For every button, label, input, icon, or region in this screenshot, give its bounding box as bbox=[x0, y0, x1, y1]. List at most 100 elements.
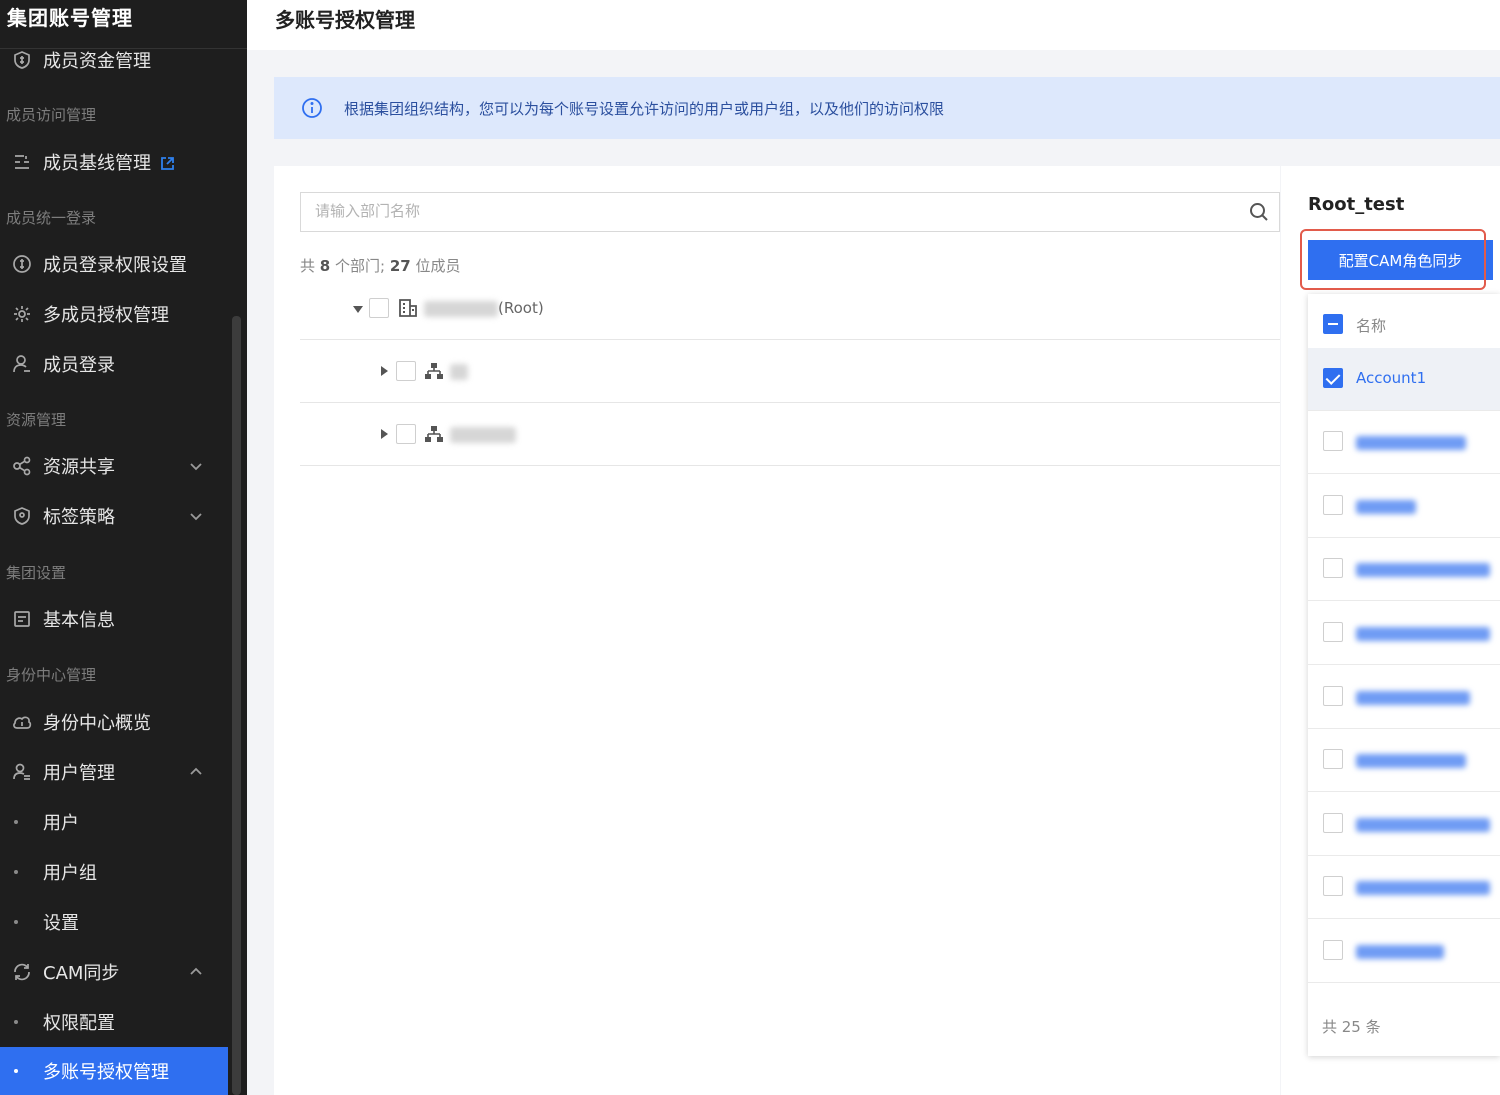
sidebar-item-user-mgmt[interactable]: 用户管理 bbox=[0, 749, 228, 795]
sidebar-item-user-groups[interactable]: 用户组 bbox=[0, 849, 228, 895]
sidebar-item-users[interactable]: 用户 bbox=[0, 799, 228, 845]
chevron-up-icon[interactable] bbox=[188, 764, 204, 780]
department-panel: 共 8 个部门; 27 位成员 (Root) bbox=[274, 166, 1280, 1095]
sidebar-item-label: 设置 bbox=[43, 913, 79, 934]
sidebar-item-label: 多账号授权管理 bbox=[43, 1062, 169, 1083]
account-title: Root_test bbox=[1308, 194, 1405, 215]
row-checkbox[interactable] bbox=[1323, 940, 1343, 960]
list-item[interactable] bbox=[1308, 920, 1500, 983]
sidebar-item-basic-info[interactable]: 基本信息 bbox=[0, 596, 228, 642]
sidebar-item-label: CAM同步 bbox=[43, 963, 120, 984]
building-icon bbox=[398, 298, 418, 318]
account-list: 名称 Account1 共 25 条 bbox=[1308, 294, 1500, 1056]
redacted-name bbox=[424, 301, 498, 317]
expand-toggle[interactable] bbox=[381, 366, 388, 376]
sidebar-item-perm-config[interactable]: 权限配置 bbox=[0, 999, 228, 1045]
document-icon bbox=[0, 609, 42, 629]
list-item[interactable] bbox=[1308, 793, 1500, 856]
row-checkbox[interactable] bbox=[1323, 622, 1343, 642]
row-checkbox[interactable] bbox=[1323, 749, 1343, 769]
sidebar-item-cam-sync[interactable]: CAM同步 bbox=[0, 949, 228, 995]
list-item[interactable] bbox=[1308, 666, 1500, 729]
row-checkbox[interactable] bbox=[1323, 368, 1343, 388]
sidebar-title: 集团账号管理 bbox=[7, 6, 133, 30]
sidebar-item-identity-overview[interactable]: 身份中心概览 bbox=[0, 699, 228, 745]
redacted-name bbox=[1356, 881, 1490, 895]
banner-text: 根据集团组织结构，您可以为每个账号设置允许访问的用户或用户组，以及他们的访问权限 bbox=[344, 99, 945, 118]
chevron-down-icon[interactable] bbox=[188, 458, 204, 474]
sidebar-group-settings: 集团设置 bbox=[6, 564, 67, 582]
tag-shield-icon bbox=[0, 506, 42, 526]
sidebar-item-multi-auth[interactable]: 多成员授权管理 bbox=[0, 291, 228, 337]
sidebar-group-sso: 成员统一登录 bbox=[6, 209, 97, 227]
redacted-name bbox=[1356, 563, 1490, 577]
sidebar-item-label: 成员基线管理 bbox=[43, 153, 151, 174]
select-all-checkbox[interactable] bbox=[1323, 314, 1343, 334]
collapse-toggle[interactable] bbox=[353, 306, 363, 313]
list-item[interactable] bbox=[1308, 538, 1500, 601]
sidebar-item-member-login[interactable]: 成员登录 bbox=[0, 341, 228, 387]
sidebar-item-multi-account-auth[interactable]: 多账号授权管理 bbox=[0, 1047, 228, 1095]
list-item[interactable] bbox=[1308, 411, 1500, 474]
info-banner: 根据集团组织结构，您可以为每个账号设置允许访问的用户或用户组，以及他们的访问权限 bbox=[274, 77, 1500, 139]
sidebar-item-login-perm[interactable]: 成员登录权限设置 bbox=[0, 241, 228, 287]
list-item[interactable] bbox=[1308, 602, 1500, 665]
chevron-down-icon[interactable] bbox=[188, 508, 204, 524]
sidebar-item-tag-policy[interactable]: 标签策略 bbox=[0, 493, 228, 539]
column-name: 名称 bbox=[1356, 317, 1387, 335]
sidebar-item-label: 成员登录 bbox=[43, 355, 115, 376]
search-icon[interactable] bbox=[1249, 202, 1269, 222]
member-summary: 共 8 个部门; 27 位成员 bbox=[300, 257, 461, 275]
sidebar: 集团账号管理 成员资金管理 成员访问管理 成员基线管理 成员统一登录 成员登录权… bbox=[0, 0, 247, 1095]
redacted-name bbox=[1356, 436, 1466, 450]
tree-checkbox[interactable] bbox=[396, 361, 416, 381]
sidebar-item-label: 用户 bbox=[43, 813, 79, 834]
page-header: 多账号授权管理 bbox=[247, 0, 1500, 50]
share-icon bbox=[0, 456, 42, 476]
row-checkbox[interactable] bbox=[1323, 495, 1343, 515]
sidebar-item-funds[interactable]: 成员资金管理 bbox=[0, 37, 228, 83]
search-box bbox=[300, 192, 1280, 232]
sidebar-scrollbar[interactable] bbox=[232, 316, 241, 1095]
expand-toggle[interactable] bbox=[381, 429, 388, 439]
users-icon bbox=[0, 762, 42, 782]
redacted-name bbox=[450, 364, 468, 380]
sidebar-item-resource-share[interactable]: 资源共享 bbox=[0, 443, 228, 489]
sync-icon bbox=[0, 962, 42, 982]
baseline-icon bbox=[0, 152, 42, 172]
row-checkbox[interactable] bbox=[1323, 558, 1343, 578]
list-item[interactable] bbox=[1308, 856, 1500, 919]
info-icon bbox=[301, 97, 323, 119]
tree-row-department[interactable] bbox=[300, 403, 1280, 466]
highlight-box bbox=[1300, 229, 1486, 290]
org-chart-icon bbox=[424, 424, 444, 444]
gear-icon bbox=[0, 304, 42, 324]
list-item[interactable] bbox=[1308, 729, 1500, 792]
row-checkbox[interactable] bbox=[1323, 431, 1343, 451]
list-item[interactable] bbox=[1308, 475, 1500, 538]
account-name: Account1 bbox=[1356, 369, 1427, 387]
list-item[interactable]: Account1 bbox=[1308, 348, 1500, 411]
search-input[interactable] bbox=[315, 193, 1215, 229]
chevron-up-icon[interactable] bbox=[188, 964, 204, 980]
redacted-name bbox=[1356, 754, 1466, 768]
row-checkbox[interactable] bbox=[1323, 813, 1343, 833]
row-checkbox[interactable] bbox=[1323, 876, 1343, 896]
list-total: 共 25 条 bbox=[1322, 1018, 1381, 1036]
redacted-name bbox=[450, 427, 516, 443]
root-label: (Root) bbox=[498, 299, 544, 317]
sidebar-item-label: 基本信息 bbox=[43, 610, 115, 631]
redacted-name bbox=[1356, 945, 1444, 959]
account-panel: Root_test 配置CAM角色同步 名称 Account1 共 25 条 bbox=[1281, 166, 1500, 1095]
sidebar-item-label: 标签策略 bbox=[43, 507, 115, 528]
tree-row-department[interactable] bbox=[300, 340, 1280, 403]
tree-checkbox[interactable] bbox=[369, 298, 389, 318]
tree-checkbox[interactable] bbox=[396, 424, 416, 444]
row-checkbox[interactable] bbox=[1323, 686, 1343, 706]
external-link-icon[interactable] bbox=[160, 155, 175, 170]
page-title: 多账号授权管理 bbox=[275, 8, 415, 32]
sidebar-item-baseline[interactable]: 成员基线管理 bbox=[0, 139, 228, 185]
tree-row-root[interactable]: (Root) bbox=[300, 277, 1280, 340]
sidebar-item-label: 权限配置 bbox=[43, 1013, 115, 1034]
sidebar-item-settings[interactable]: 设置 bbox=[0, 899, 228, 945]
